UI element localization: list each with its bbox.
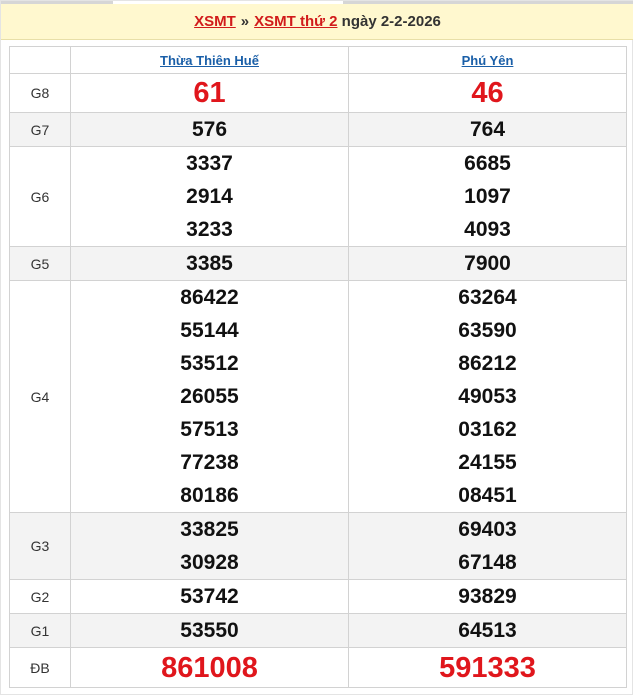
result-cell: 3337 2914 3233 — [70, 146, 349, 247]
result-number: 3337 — [186, 152, 233, 175]
result-number: 576 — [191, 118, 228, 141]
draw-date: ngày 2-2-2026 — [341, 13, 441, 30]
table-row-g2: G2 53742 93829 — [9, 579, 627, 614]
result-cell: 591333 — [348, 647, 627, 688]
result-number: 3385 — [186, 252, 233, 275]
result-number: 80186 — [180, 484, 239, 507]
result-number: 2914 — [186, 185, 233, 208]
result-number: 86422 — [180, 286, 239, 309]
result-cell: 6685 1097 4093 — [348, 146, 627, 247]
result-cell: 764 — [348, 112, 627, 147]
result-cell: 93829 — [348, 579, 627, 614]
result-cell: 86422 55144 53512 26055 57513 77238 8018… — [70, 280, 349, 513]
result-number: 93829 — [458, 585, 517, 608]
result-number: 26055 — [180, 385, 239, 408]
result-number: 3233 — [186, 218, 233, 241]
special-prize-number: 861008 — [161, 651, 258, 684]
result-number: 55144 — [180, 319, 239, 342]
result-cell: 53550 — [70, 613, 349, 648]
result-number: 61 — [193, 77, 226, 109]
prize-label: G8 — [9, 73, 71, 113]
prize-column-header — [9, 46, 71, 74]
table-row-special-prize: ĐB 861008 591333 — [9, 647, 627, 688]
special-prize-number: 591333 — [439, 651, 536, 684]
result-number: 6685 — [464, 152, 511, 175]
result-cell: 46 — [348, 73, 627, 113]
prize-label: G1 — [9, 613, 71, 648]
xsmt-monday-link[interactable]: XSMT thứ 2 — [254, 13, 337, 30]
table-row-g4: G4 86422 55144 53512 26055 57513 77238 8… — [9, 280, 627, 513]
prize-label: G2 — [9, 579, 71, 614]
prize-label: ĐB — [9, 647, 71, 688]
result-number: 57513 — [180, 418, 239, 441]
result-number: 4093 — [464, 218, 511, 241]
prize-label: G4 — [9, 280, 71, 513]
prize-label: G6 — [9, 146, 71, 247]
result-cell: 64513 — [348, 613, 627, 648]
xsmt-link[interactable]: XSMT — [194, 13, 236, 30]
province-link-phu-yen[interactable]: Phú Yên — [462, 53, 514, 68]
table-row-g8: G8 61 46 — [9, 73, 627, 113]
result-number: 08451 — [458, 484, 517, 507]
result-number: 69403 — [458, 518, 517, 541]
breadcrumb-separator: » — [240, 13, 250, 30]
table-row-g6: G6 3337 2914 3233 6685 1097 4093 — [9, 146, 627, 247]
result-number: 67148 — [458, 551, 517, 574]
results-panel: XSMT» XSMT thứ 2 ngày 2-2-2026 Thừa Thiên… — [0, 0, 633, 695]
result-number: 53742 — [180, 585, 239, 608]
result-number: 30928 — [180, 551, 239, 574]
result-cell: 861008 — [70, 647, 349, 688]
province-link-thua-thien-hue[interactable]: Thừa Thiên Huế — [160, 53, 259, 68]
result-number: 64513 — [458, 619, 517, 642]
result-number: 46 — [471, 77, 504, 109]
table-row-g1: G1 53550 64513 — [9, 613, 627, 648]
result-number: 1097 — [464, 185, 511, 208]
result-cell: 3385 — [70, 246, 349, 281]
prize-label: G5 — [9, 246, 71, 281]
result-number: 764 — [469, 118, 506, 141]
result-number: 53512 — [180, 352, 239, 375]
result-cell: 69403 67148 — [348, 512, 627, 580]
result-number: 63264 — [458, 286, 517, 309]
result-number: 49053 — [458, 385, 517, 408]
result-cell: 576 — [70, 112, 349, 147]
result-number: 63590 — [458, 319, 517, 342]
prize-label: G7 — [9, 112, 71, 147]
result-number: 77238 — [180, 451, 239, 474]
result-number: 53550 — [180, 619, 239, 642]
table-row-g5: G5 3385 7900 — [9, 246, 627, 281]
prize-label: G3 — [9, 512, 71, 580]
table-row-g7: G7 576 764 — [9, 112, 627, 147]
result-cell: 63264 63590 86212 49053 03162 24155 0845… — [348, 280, 627, 513]
table-header-row: Thừa Thiên Huế Phú Yên — [9, 46, 627, 74]
result-cell: 53742 — [70, 579, 349, 614]
result-number: 33825 — [180, 518, 239, 541]
column-header-thua-thien-hue: Thừa Thiên Huế — [70, 46, 349, 74]
results-table: Thừa Thiên Huế Phú Yên G8 61 46 G7 576 7… — [9, 46, 627, 688]
column-header-phu-yen: Phú Yên — [348, 46, 627, 74]
result-cell: 33825 30928 — [70, 512, 349, 580]
result-cell: 61 — [70, 73, 349, 113]
result-number: 7900 — [464, 252, 511, 275]
table-row-g3: G3 33825 30928 69403 67148 — [9, 512, 627, 580]
result-number: 03162 — [458, 418, 517, 441]
result-number: 24155 — [458, 451, 517, 474]
result-cell: 7900 — [348, 246, 627, 281]
results-header: XSMT» XSMT thứ 2 ngày 2-2-2026 — [1, 4, 633, 40]
result-number: 86212 — [458, 352, 517, 375]
